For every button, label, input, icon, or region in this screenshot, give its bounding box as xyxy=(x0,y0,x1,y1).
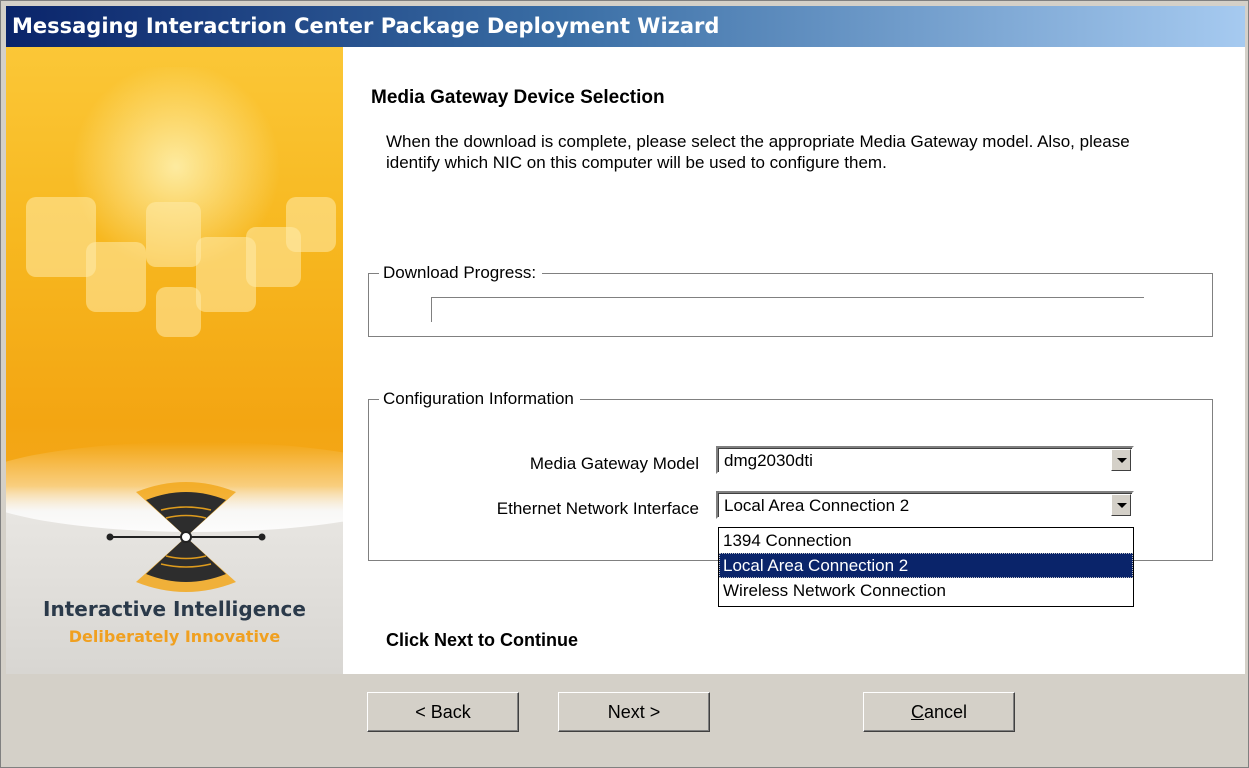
title-bar[interactable]: Messaging Interactrion Center Package De… xyxy=(6,6,1245,47)
brand-name: Interactive Intelligence xyxy=(43,597,306,621)
ethernet-interface-value: Local Area Connection 2 xyxy=(724,496,910,515)
interactive-intelligence-logo-icon xyxy=(106,482,266,592)
page-description: When the download is complete, please se… xyxy=(386,132,1130,172)
banner-square xyxy=(146,202,201,267)
download-progress-group: Download Progress: xyxy=(368,263,1213,337)
media-gateway-model-select[interactable]: dmg2030dti xyxy=(716,446,1134,474)
media-gateway-model-value: dmg2030dti xyxy=(724,451,813,470)
window-title: Messaging Interactrion Center Package De… xyxy=(12,14,720,38)
dropdown-option-1394[interactable]: 1394 Connection xyxy=(719,528,1133,553)
media-gateway-model-label: Media Gateway Model xyxy=(529,454,699,473)
combo-arrow-icon[interactable] xyxy=(1111,449,1131,471)
banner-square xyxy=(86,242,146,312)
wizard-window: Messaging Interactrion Center Package De… xyxy=(0,0,1249,768)
brand-tagline: Deliberately Innovative xyxy=(68,627,281,646)
download-progress-bar xyxy=(431,297,1144,322)
ethernet-interface-select[interactable]: Local Area Connection 2 xyxy=(716,491,1134,519)
cancel-mnemonic: C xyxy=(910,702,924,722)
continue-hint: Click Next to Continue xyxy=(386,630,579,650)
banner-square xyxy=(286,197,336,252)
back-button[interactable]: < Back xyxy=(367,692,519,732)
configuration-legend: Configuration Information xyxy=(379,389,580,409)
ethernet-interface-label: Ethernet Network Interface xyxy=(496,499,699,518)
dropdown-option-wireless[interactable]: Wireless Network Connection xyxy=(719,578,1133,603)
combo-arrow-icon[interactable] xyxy=(1111,494,1131,516)
dropdown-option-local-area[interactable]: Local Area Connection 2 xyxy=(719,553,1133,578)
cancel-button[interactable]: Cancel xyxy=(863,692,1015,732)
page-heading: Media Gateway Device Selection xyxy=(371,87,665,108)
banner-square xyxy=(156,287,201,337)
side-banner: Interactive Intelligence Deliberately In… xyxy=(6,47,343,674)
ethernet-interface-dropdown: 1394 Connection Local Area Connection 2 … xyxy=(718,527,1134,607)
next-button[interactable]: Next > xyxy=(558,692,710,732)
cancel-label-rest: ancel xyxy=(923,702,968,722)
download-progress-legend: Download Progress: xyxy=(379,263,543,283)
